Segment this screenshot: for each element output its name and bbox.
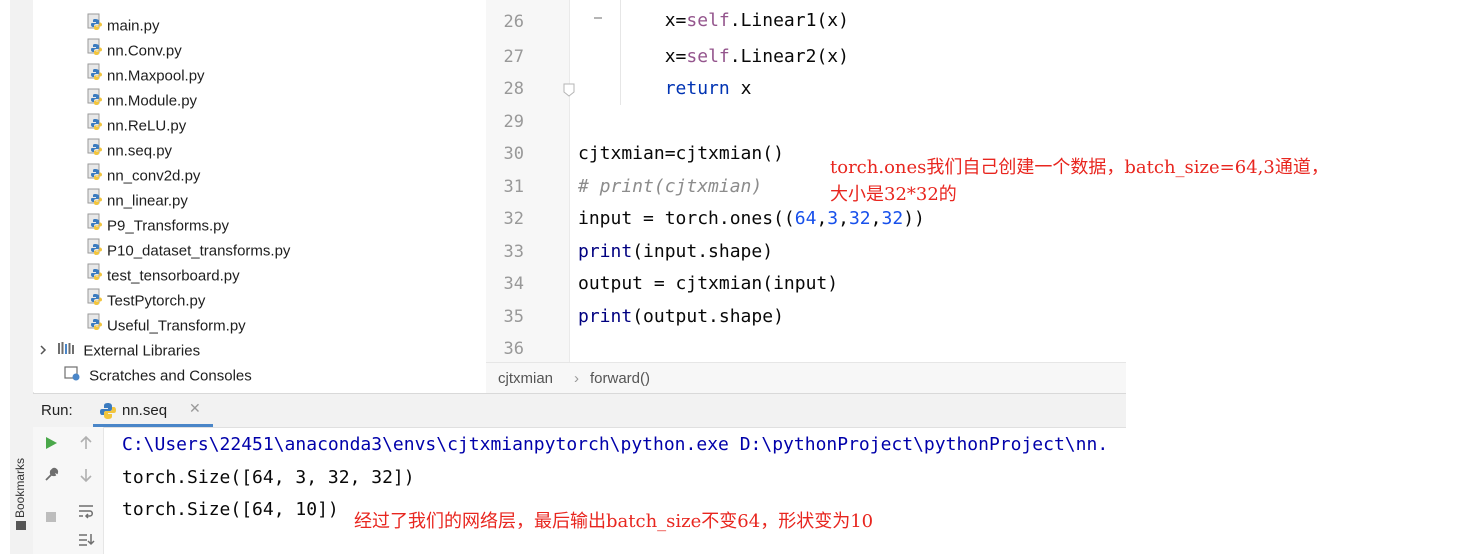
run-toolbar — [33, 427, 103, 554]
line-number: 29 — [503, 112, 524, 132]
tree-item-file[interactable]: test_tensorboard.py — [87, 263, 240, 288]
tree-item-file[interactable]: TestPytorch.py — [87, 288, 205, 313]
tree-item-label: nn.seq.py — [107, 142, 173, 160]
python-file-icon — [87, 188, 103, 214]
code-line-34[interactable]: output = cjtxmian(input) — [578, 273, 838, 294]
close-icon[interactable]: ✕ — [189, 401, 201, 417]
tree-item-file[interactable]: main.py — [87, 13, 160, 38]
run-icon[interactable] — [41, 435, 61, 455]
wrench-icon[interactable] — [41, 467, 61, 487]
tree-item-external-libraries[interactable]: External Libraries — [37, 338, 200, 363]
code-line-31[interactable]: # print(cjtxmian) — [578, 176, 762, 197]
python-file-icon — [87, 138, 103, 164]
run-tab-nn-seq[interactable]: nn.seq ✕ — [93, 394, 213, 427]
code-line-26[interactable]: x=self.Linear1(x) — [578, 10, 849, 31]
python-icon — [99, 402, 117, 424]
tree-item-label: main.py — [107, 17, 160, 35]
python-file-icon — [87, 238, 103, 264]
line-number: 28 — [503, 79, 524, 99]
breadcrumb-class[interactable]: cjtxmian — [498, 370, 553, 387]
tree-item-label: P9_Transforms.py — [107, 217, 229, 235]
breadcrumb-method[interactable]: forward() — [590, 370, 650, 387]
python-file-icon — [87, 63, 103, 89]
chevron-right-icon[interactable] — [37, 339, 49, 364]
python-file-icon — [87, 213, 103, 239]
tree-item-label: nn.Module.py — [107, 92, 198, 110]
console-line-2[interactable]: torch.Size([64, 3, 32, 32]) — [122, 467, 415, 488]
tree-item-file[interactable]: nn_conv2d.py — [87, 163, 200, 188]
annotation-bottom: 经过了我们的网络层，最后输出batch_size不变64，形状变为10 — [354, 511, 874, 532]
left-tool-strip: Bookmarks — [10, 0, 34, 554]
tree-item-label: nn_conv2d.py — [107, 167, 201, 185]
code-line-32[interactable]: input = torch.ones((64,3,32,32)) — [578, 208, 925, 229]
tree-item-label: nn.Conv.py — [107, 42, 182, 60]
soft-wrap-icon[interactable] — [76, 503, 96, 523]
tree-item-label: nn_linear.py — [107, 192, 188, 210]
tree-item-file[interactable]: P9_Transforms.py — [87, 213, 229, 238]
stop-icon[interactable] — [41, 509, 61, 529]
python-file-icon — [87, 163, 103, 189]
tree-item-file[interactable]: nn_linear.py — [87, 188, 188, 213]
arrow-down-icon[interactable] — [76, 467, 96, 487]
line-number: 36 — [503, 339, 524, 359]
code-line-33[interactable]: print(input.shape) — [578, 241, 773, 262]
line-number: 34 — [503, 274, 524, 294]
tree-item-label: P10_dataset_transforms.py — [107, 242, 291, 260]
line-number: 32 — [503, 209, 524, 229]
console-line-1[interactable]: C:\Users\22451\anaconda3\envs\cjtxmianpy… — [122, 434, 1108, 455]
tree-item-label: Useful_Transform.py — [107, 317, 246, 335]
python-file-icon — [87, 263, 103, 289]
code-editor[interactable]: 26 27 28 29 30 31 32 33 34 35 36 x=self.Linear1(x)… — [486, 0, 1126, 362]
annotation-top-line2: 大小是32*32的 — [830, 184, 957, 205]
run-label: Run: — [41, 402, 73, 419]
scratches-icon — [63, 364, 81, 389]
library-icon — [57, 339, 75, 364]
tree-item-file[interactable]: nn.seq.py — [87, 138, 172, 163]
tree-item-label: nn.Maxpool.py — [107, 67, 205, 85]
tree-item-label: nn.ReLU.py — [107, 117, 187, 135]
tree-item-file[interactable]: Useful_Transform.py — [87, 313, 246, 338]
python-file-icon — [87, 38, 103, 64]
tree-item-file[interactable]: nn.Maxpool.py — [87, 63, 205, 88]
run-panel-header: Run: nn.seq ✕ — [33, 393, 1126, 428]
python-file-icon — [87, 88, 103, 114]
line-number: 27 — [503, 47, 524, 67]
python-file-icon — [87, 313, 103, 339]
tree-item-file[interactable]: P10_dataset_transforms.py — [87, 238, 290, 263]
line-number: 33 — [503, 242, 524, 262]
run-tab-label: nn.seq — [122, 402, 168, 419]
fold-marker-icon[interactable] — [562, 82, 576, 98]
line-number: 31 — [503, 177, 524, 197]
bookmark-icon — [15, 521, 26, 530]
tree-item-file[interactable]: nn.ReLU.py — [87, 113, 186, 138]
tree-item-label: test_tensorboard.py — [107, 267, 240, 285]
scroll-to-end-icon[interactable] — [76, 531, 96, 551]
code-line-28[interactable]: return x — [578, 78, 752, 99]
editor-breadcrumb: cjtxmian › forward() — [486, 362, 1126, 393]
ide-window: Bookmarks main.py nn.Conv.py nn.Maxpool.py… — [10, 0, 1126, 554]
tree-item-scratches[interactable]: Scratches and Consoles — [63, 363, 252, 388]
bookmarks-tab[interactable]: Bookmarks — [13, 458, 27, 530]
line-number: 30 — [503, 144, 524, 164]
tree-item-file[interactable]: nn.Module.py — [87, 88, 197, 113]
active-tab-indicator — [93, 424, 213, 427]
arrow-up-icon[interactable] — [76, 435, 96, 455]
project-panel: main.py nn.Conv.py nn.Maxpool.py nn.Module.… — [33, 0, 487, 392]
tree-item-file[interactable]: nn.Conv.py — [87, 38, 182, 63]
console-line-3[interactable]: torch.Size([64, 10]) — [122, 499, 339, 520]
tree-item-label: TestPytorch.py — [107, 292, 206, 310]
python-file-icon — [87, 113, 103, 139]
line-number: 35 — [503, 307, 524, 327]
code-line-30[interactable]: cjtxmian=cjtxmian() — [578, 143, 784, 164]
code-line-27[interactable]: x=self.Linear2(x) — [578, 46, 849, 67]
code-line-35[interactable]: print(output.shape) — [578, 306, 784, 327]
python-file-icon — [87, 288, 103, 314]
annotation-top-line1: torch.ones我们自己创建一个数据，batch_size=64,3通道， — [830, 157, 1329, 178]
line-number: 26 — [503, 12, 524, 32]
python-file-icon — [87, 13, 103, 39]
breadcrumb-separator: › — [574, 370, 579, 387]
